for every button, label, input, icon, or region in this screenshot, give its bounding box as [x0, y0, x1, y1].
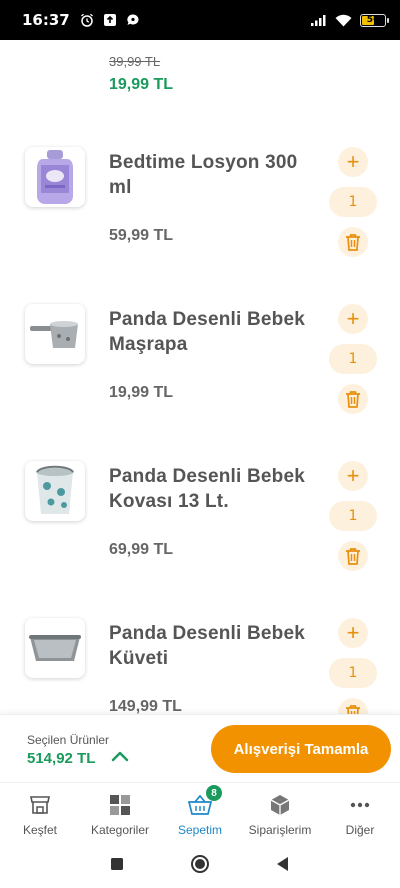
nav-item-kesfet[interactable]: Keşfet: [0, 783, 80, 840]
baby-scoop-image[interactable]: [25, 304, 85, 364]
nav-label: Sepetim: [177, 823, 223, 837]
cart-count-badge: 8: [206, 785, 222, 801]
storefront-icon: [28, 793, 52, 817]
chevron-up-icon[interactable]: [111, 749, 129, 767]
cart-item-name: Panda Desenli Bebek Küveti: [109, 623, 305, 669]
alarm-icon: [80, 13, 94, 27]
complete-purchase-button[interactable]: Alışverişi Tamamla: [211, 725, 391, 773]
more-dots-icon: [348, 793, 372, 817]
cart-item-name: Panda Desenli Bebek Kovası 13 Lt.: [109, 466, 305, 512]
nav-label: Keşfet: [22, 823, 58, 837]
baby-bucket-image[interactable]: [25, 461, 85, 521]
cart-item: Panda Desenli Bebek Kovası 13 Lt. 69,99 …: [0, 461, 400, 601]
nav-item-siparislerim[interactable]: Siparişlerim: [240, 783, 320, 840]
nav-label: Diğer: [345, 823, 375, 837]
battery-level: 56: [366, 15, 380, 25]
cart-item-price: 19,99 TL: [109, 384, 174, 401]
system-navigation-bar: [0, 840, 400, 888]
cart-item: Panda Desenli Bebek Maşrapa 19,99 TL + 1: [0, 304, 400, 444]
trash-icon[interactable]: [338, 384, 368, 414]
selected-products-label: Seçilen Ürünler: [27, 733, 110, 747]
wifi-icon: [335, 14, 352, 27]
increase-quantity-button[interactable]: +: [338, 461, 368, 491]
partial-item-old-price: 39,99 TL: [109, 54, 161, 69]
quantity-value[interactable]: 1: [329, 501, 377, 531]
cart-item-price: 69,99 TL: [109, 541, 174, 558]
back-icon[interactable]: [272, 854, 292, 874]
package-icon: [268, 793, 292, 817]
lotion-bottle-image[interactable]: [25, 147, 85, 207]
increase-quantity-button[interactable]: +: [338, 304, 368, 334]
trash-icon[interactable]: [338, 698, 368, 714]
cart-item: Bedtime Losyon 300 ml 59,99 TL + 1: [0, 147, 400, 287]
cart-item: Panda Desenli Bebek Küveti 149,99 TL + 1: [0, 618, 400, 714]
bottom-navigation: Keşfet Kategoriler 8 Sepetim Siparişleri…: [0, 782, 400, 840]
recent-apps-icon[interactable]: [107, 854, 127, 874]
status-time: 16:37: [22, 11, 70, 29]
trash-icon[interactable]: [338, 227, 368, 257]
quantity-value[interactable]: 1: [329, 187, 377, 217]
partial-item-new-price: 19,99 TL: [109, 76, 174, 93]
quantity-value[interactable]: 1: [329, 658, 377, 688]
home-icon[interactable]: [190, 854, 210, 874]
status-bar: 16:37 56: [0, 0, 400, 40]
grid-icon: [108, 793, 132, 817]
cart-list[interactable]: 39,99 TL 19,99 TL Bedtime Losyon 300 ml …: [0, 40, 400, 714]
increase-quantity-button[interactable]: +: [338, 147, 368, 177]
cart-total: 514,92 TL: [27, 750, 96, 767]
upload-notification-icon: [103, 13, 117, 27]
nav-item-sepetim[interactable]: 8 Sepetim: [160, 783, 240, 840]
nav-label: Kategoriler: [90, 823, 150, 837]
trash-icon[interactable]: [338, 541, 368, 571]
cart-item-price: 59,99 TL: [109, 227, 174, 244]
nav-label: Siparişlerim: [248, 823, 312, 837]
quantity-value[interactable]: 1: [329, 344, 377, 374]
cart-item-name: Panda Desenli Bebek Maşrapa: [109, 309, 305, 355]
nav-item-kategoriler[interactable]: Kategoriler: [80, 783, 160, 840]
battery-icon: 56: [360, 13, 389, 27]
cart-item-name: Bedtime Losyon 300 ml: [109, 152, 298, 198]
baby-bathtub-image[interactable]: [25, 618, 85, 678]
cart-item-price: 149,99 TL: [109, 698, 182, 714]
increase-quantity-button[interactable]: +: [338, 618, 368, 648]
signal-icon: [311, 14, 327, 26]
chat-notification-icon: [126, 13, 140, 27]
cart-summary: Seçilen Ürünler 514,92 TL Alışverişi Tam…: [0, 714, 400, 782]
nav-item-diger[interactable]: Diğer: [320, 783, 400, 840]
